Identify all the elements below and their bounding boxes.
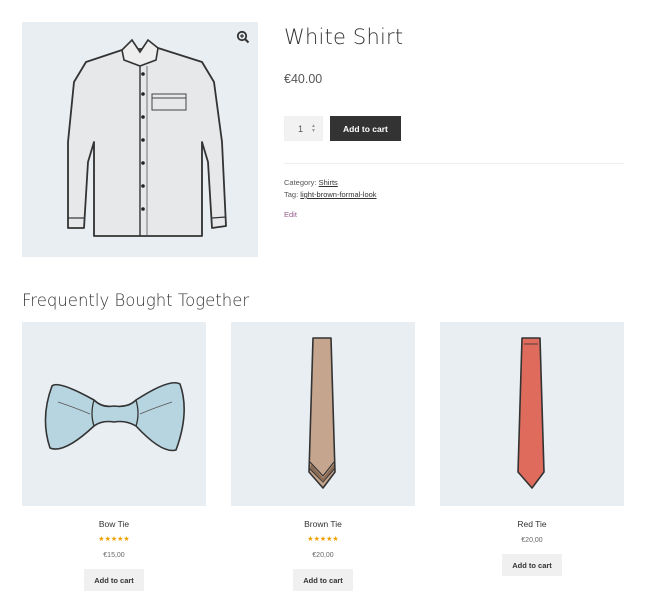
product-title[interactable]: Bow Tie (22, 519, 206, 529)
zoom-in-icon[interactable] (236, 30, 250, 44)
product-meta: Category: Shirts Tag: light-brown-formal… (284, 177, 624, 201)
quantity-value[interactable]: 1 (298, 124, 303, 134)
product-price: €20,00 (312, 552, 334, 559)
star-rating: ★★★★★ (307, 536, 339, 543)
product-image[interactable] (22, 22, 258, 257)
product-price: €15,00 (103, 552, 125, 559)
related-product-card: Bow Tie ★★★★★ €15,00 Add to cart (22, 322, 206, 591)
edit-link[interactable]: Edit (284, 210, 624, 219)
product-thumbnail[interactable] (440, 322, 624, 506)
add-to-cart-button[interactable]: Add to cart (293, 569, 353, 591)
spinner-icon[interactable]: ▲ ▼ (311, 123, 316, 134)
add-to-cart-button[interactable]: Add to cart (84, 569, 144, 591)
quantity-stepper[interactable]: 1 ▲ ▼ (284, 116, 323, 141)
related-product-card: Brown Tie ★★★★★ €20,00 Add to cart (231, 322, 415, 591)
shirt-illustration (67, 38, 227, 237)
related-products-heading: Frequently Bought Together (22, 291, 250, 310)
product-thumbnail[interactable] (22, 322, 206, 506)
red-tie-illustration (517, 337, 545, 489)
category-label: Category: (284, 178, 317, 187)
product-title[interactable]: Brown Tie (231, 519, 415, 529)
product-summary: White Shirt €40.00 1 ▲ ▼ Add to cart Cate… (284, 22, 624, 219)
product-title: White Shirt (284, 25, 404, 49)
category-line: Category: Shirts (284, 177, 624, 189)
brown-tie-illustration (308, 337, 336, 489)
bow-tie-illustration (44, 381, 185, 452)
add-to-cart-form: 1 ▲ ▼ Add to cart (284, 116, 624, 141)
tag-link[interactable]: light-brown-formal-look (300, 190, 376, 199)
product-title[interactable]: Red Tie (440, 519, 624, 529)
related-product-card: Red Tie €20,00 Add to cart (440, 322, 624, 576)
add-to-cart-button[interactable]: Add to cart (502, 554, 562, 576)
product-price: €20,00 (521, 537, 543, 544)
add-to-cart-button[interactable]: Add to cart (330, 116, 401, 141)
product-price: €40.00 (284, 72, 323, 86)
category-link[interactable]: Shirts (319, 178, 338, 187)
tag-line: Tag: light-brown-formal-look (284, 189, 624, 201)
tag-label: Tag: (284, 190, 299, 199)
star-rating: ★★★★★ (98, 536, 130, 543)
divider (284, 163, 624, 164)
product-thumbnail[interactable] (231, 322, 415, 506)
